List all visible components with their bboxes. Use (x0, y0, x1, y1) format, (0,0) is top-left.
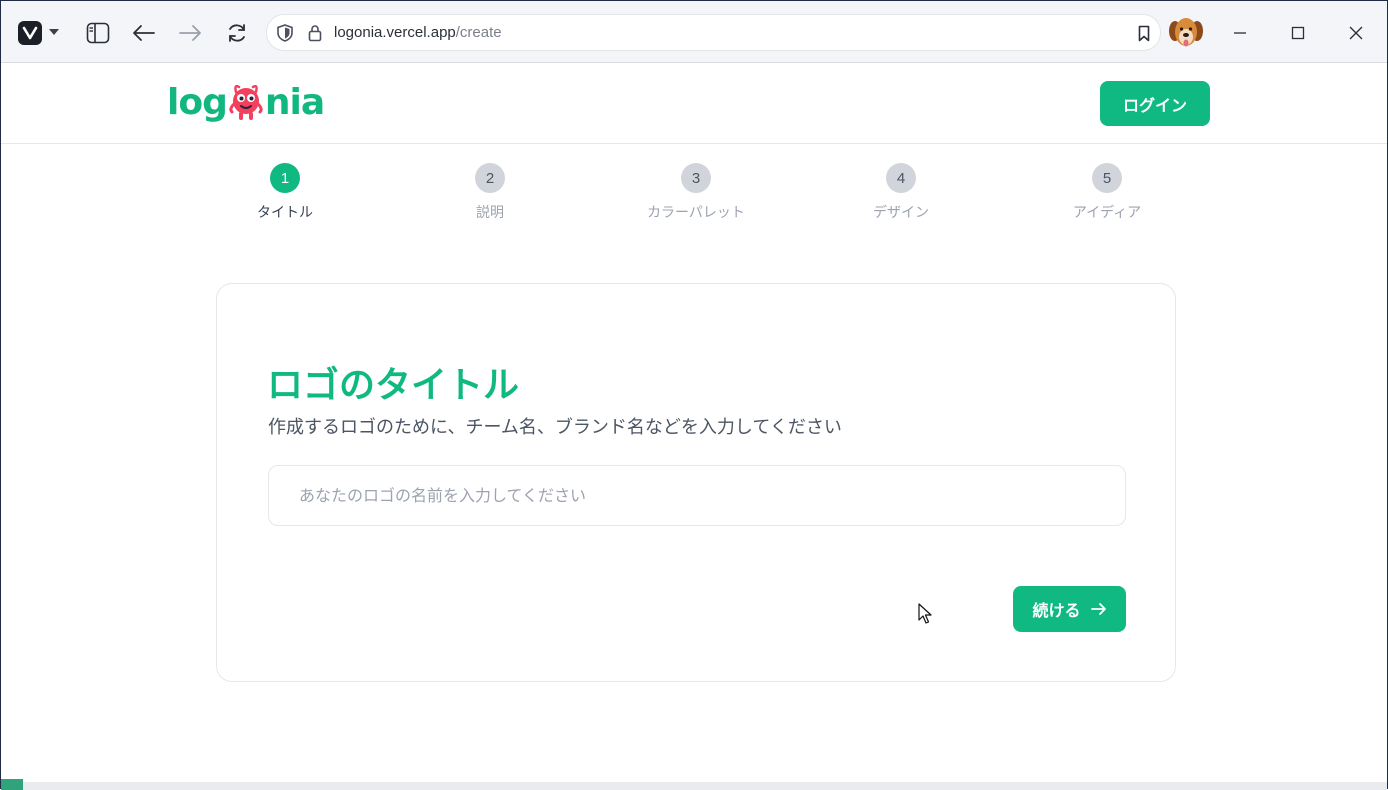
maximize-icon[interactable] (1287, 22, 1309, 44)
login-button[interactable]: ログイン (1100, 81, 1210, 126)
continue-button[interactable]: 続ける (1013, 586, 1126, 632)
minimize-icon[interactable] (1229, 22, 1251, 44)
logo-title-card: ロゴのタイトル 作成するロゴのために、チーム名、ブランド名などを入力してください… (216, 283, 1176, 682)
back-arrow-icon[interactable] (130, 19, 158, 47)
logo-text-right: nia (264, 81, 325, 123)
step-label: 説明 (476, 205, 504, 221)
chevron-down-icon[interactable] (49, 29, 59, 35)
mouse-cursor-icon (918, 603, 932, 624)
shield-icon[interactable] (275, 23, 295, 43)
logo-name-input[interactable] (268, 465, 1126, 526)
step-number: 2 (475, 163, 505, 193)
forward-arrow-icon[interactable] (176, 19, 204, 47)
step-label: タイトル (257, 205, 313, 221)
step-ideas[interactable]: 5 アイディア (1037, 163, 1177, 222)
reload-icon[interactable] (223, 19, 251, 47)
step-number: 4 (886, 163, 916, 193)
bookmark-icon[interactable] (1134, 23, 1154, 43)
progress-stepper: 1 タイトル 2 説明 3 カラーパレット 4 デザイン 5 アイディア (1, 144, 1387, 244)
browser-window: logonia.vercel.app/create log nia ログイン 1… (0, 0, 1388, 790)
site-header: log nia ログイン (1, 63, 1387, 144)
profile-avatar[interactable] (1168, 16, 1204, 50)
page-subtitle: 作成するロゴのために、チーム名、ブランド名などを入力してください (268, 417, 842, 438)
url-text[interactable]: logonia.vercel.app/create (334, 24, 502, 41)
status-accent (1, 779, 23, 790)
step-design[interactable]: 4 デザイン (831, 163, 971, 222)
browser-toolbar: logonia.vercel.app/create (1, 1, 1387, 63)
lock-icon (306, 23, 324, 43)
address-bar[interactable]: logonia.vercel.app/create (266, 14, 1161, 51)
continue-label: 続ける (1032, 601, 1081, 620)
step-number: 5 (1092, 163, 1122, 193)
page-title: ロゴのタイトル (267, 365, 520, 406)
step-description[interactable]: 2 説明 (420, 163, 560, 222)
close-icon[interactable] (1345, 22, 1367, 44)
step-label: アイディア (1072, 205, 1142, 221)
step-title[interactable]: 1 タイトル (215, 163, 355, 222)
step-number: 1 (270, 163, 300, 193)
step-label: デザイン (873, 205, 929, 221)
step-label: カラーパレット (647, 205, 745, 221)
step-number: 3 (681, 163, 711, 193)
vivaldi-logo-icon[interactable] (18, 21, 42, 45)
arrow-right-icon (1090, 603, 1106, 615)
panel-toggle-icon[interactable] (84, 19, 112, 47)
step-color-palette[interactable]: 3 カラーパレット (626, 163, 766, 222)
mascot-o-icon (229, 84, 263, 120)
logo-text-left: log (167, 81, 228, 123)
logonia-logo[interactable]: log nia (167, 80, 325, 124)
